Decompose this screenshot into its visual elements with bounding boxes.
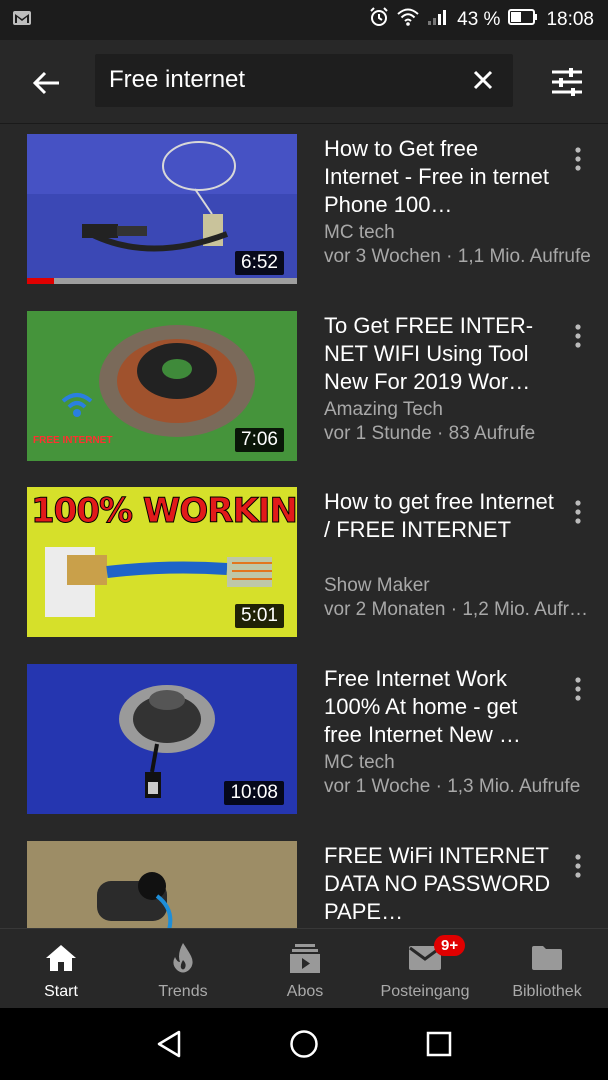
video-thumbnail[interactable]: 10:08 [27,664,297,814]
search-query: Free internet [109,66,246,93]
search-input[interactable]: Free internet [95,54,513,107]
video-result[interactable]: 6:52 How to Get free Internet - Free in … [0,125,608,301]
search-app-bar: Free internet [0,40,608,124]
flame-icon [169,941,197,975]
video-result[interactable]: FREE INTERNET 7:06 To Get FREE INTER­NET… [0,302,608,478]
filter-button[interactable] [545,60,589,104]
video-thumbnail[interactable]: 100% WORKING 5:01 [27,487,297,637]
wifi-icon [397,8,419,32]
video-title[interactable]: Free Internet Work 100% At home - get fr… [324,665,554,749]
thumbnail-image-icon [27,841,297,928]
video-duration: 5:01 [235,604,284,628]
square-recents-icon [426,1031,452,1057]
back-button[interactable] [22,58,72,108]
triangle-back-icon [157,1030,181,1058]
video-duration: 10:08 [224,781,284,805]
video-meta: vor 2 Monaten · 1,2 Mio. Aufr… [324,599,589,620]
nav-label: Bibliothek [512,983,582,1000]
more-vert-icon [575,500,581,524]
subscriptions-icon [289,941,321,975]
search-results-list: 6:52 How to Get free Internet - Free in … [0,125,608,928]
channel-name: Show Maker [324,575,430,596]
clear-search-button[interactable] [463,60,503,100]
folder-icon [531,941,563,975]
close-icon [473,70,493,90]
more-options-button[interactable] [566,667,590,711]
video-title[interactable]: To Get FREE INTER­NET WIFI Using Tool Ne… [324,312,554,396]
channel-name: MC tech [324,222,395,243]
system-navigation-bar [0,1008,608,1080]
more-vert-icon [575,324,581,348]
more-options-button[interactable] [566,314,590,358]
system-back-button[interactable] [144,1024,194,1064]
more-vert-icon [575,854,581,878]
back-arrow-icon [33,71,59,95]
bottom-navigation: Start Trends Abos 9+ Posteingang Bibliot… [0,928,608,1008]
video-meta: vor 3 Wochen · 1,1 Mio. Aufrufe [324,246,591,267]
battery-percent: 43 % [457,9,501,30]
nav-label: Posteingang [380,983,470,1000]
video-thumbnail[interactable]: FREE INTERNET 7:06 [27,311,297,461]
nav-abos[interactable]: Abos [264,929,346,1009]
more-options-button[interactable] [566,490,590,534]
nav-bibliothek[interactable]: Bibliothek [502,929,592,1009]
clock: 18:08 [546,9,594,30]
circle-home-icon [290,1030,318,1058]
video-thumbnail[interactable]: 6:52 [27,134,297,284]
more-options-button[interactable] [566,137,590,181]
system-recents-button[interactable] [414,1024,464,1064]
battery-icon [508,9,538,31]
nav-label: Trends [158,983,208,1000]
video-result[interactable]: 10:08 Free Internet Work 100% At home - … [0,655,608,831]
notification-badge: 9+ [434,935,466,956]
nav-trends[interactable]: Trends [142,929,224,1009]
video-result[interactable]: FREE WiFi INTERNET DATA NO PASSWORD PAPE… [0,832,608,928]
video-thumbnail[interactable] [27,841,297,928]
alarm-icon [369,7,389,33]
more-vert-icon [575,147,581,171]
gmail-notification-icon [12,10,32,26]
home-icon [45,941,77,975]
video-duration: 6:52 [235,251,284,275]
nav-start[interactable]: Start [20,929,102,1009]
more-options-button[interactable] [566,844,590,888]
more-vert-icon [575,677,581,701]
channel-name: Amazing Tech [324,399,443,420]
video-title[interactable]: How to Get free Internet - Free in terne… [324,135,554,219]
nav-label: Abos [286,983,324,1000]
channel-name: MC tech [324,752,395,773]
video-result[interactable]: 100% WORKING 5:01 How to get free Intern… [0,478,608,654]
signal-icon [427,8,449,32]
system-home-button[interactable] [279,1024,329,1064]
status-bar: 43 % 18:08 [0,0,608,40]
video-title[interactable]: FREE WiFi INTERNET DATA NO PASSWORD PAPE… [324,842,554,926]
nav-label: Start [44,983,78,1000]
watch-progress-bar [27,278,297,284]
thumbnail-caption: FREE INTERNET [33,435,113,446]
video-title[interactable]: How to get free Internet / FREE INTERNET [324,488,554,544]
nav-posteingang[interactable]: 9+ Posteingang [372,929,478,1009]
thumbnail-caption: 100% WORKING [31,491,297,532]
video-meta: vor 1 Stunde · 83 Aufrufe [324,423,536,444]
filter-sliders-icon [552,68,582,96]
video-meta: vor 1 Woche · 1,3 Mio. Aufrufe [324,776,581,797]
video-duration: 7:06 [235,428,284,452]
